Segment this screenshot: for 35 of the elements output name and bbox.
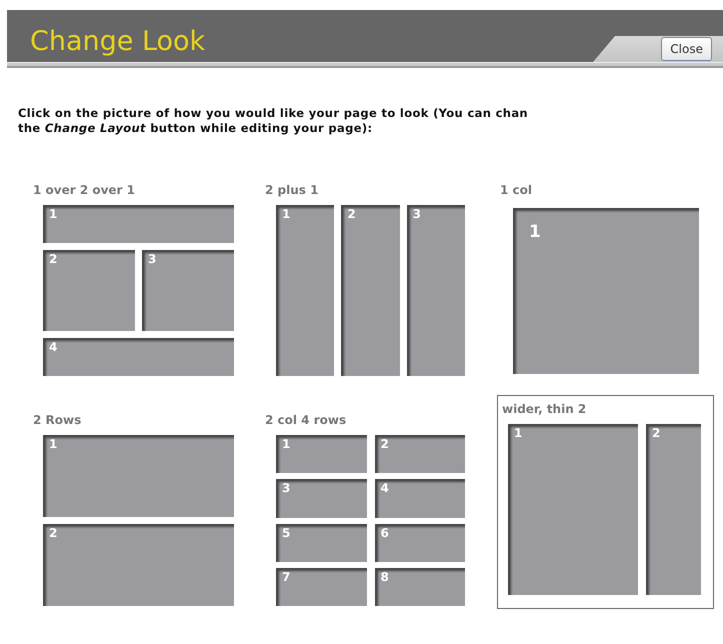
layout-option[interactable]: wider, thin 2 1 2 [497, 395, 714, 609]
layout-panel: 2 [341, 205, 400, 376]
layout-panel: 2 [646, 424, 701, 595]
layout-panel: 4 [374, 479, 465, 518]
layout-panel: 2 [43, 250, 135, 331]
layout-title: 2 plus 1 [265, 183, 320, 197]
layout-title: 1 over 2 over 1 [33, 183, 136, 197]
layout-title: wider, thin 2 [502, 402, 588, 416]
layout-option[interactable]: 1 over 2 over 1 1 2 3 4 [30, 176, 262, 388]
layout-panel: 6 [374, 524, 465, 562]
layout-panel: 1 [276, 205, 334, 376]
instructions-text: Click on the picture of how you would like your page to look (You can chan the Change Layout button while editing your page): [18, 106, 529, 136]
layout-option[interactable]: 2 col 4 rows 1 2 3 4 5 6 7 8 [262, 406, 497, 618]
layout-panel: 3 [142, 250, 234, 331]
layout-panel: 5 [276, 524, 366, 562]
layout-panel: 1 [276, 435, 366, 474]
layout-panel: 1 [43, 435, 234, 517]
layout-title: 1 col [500, 183, 533, 197]
layout-panel: 2 [374, 435, 465, 474]
layout-panel: 3 [276, 479, 366, 518]
close-button[interactable]: Close [661, 37, 712, 61]
layout-title: 2 col 4 rows [265, 413, 348, 427]
layout-title: 2 Rows [33, 413, 82, 427]
layout-panel: 1 [513, 208, 699, 374]
layout-panel: 4 [43, 338, 234, 376]
window-title: Change Look [30, 28, 206, 55]
layout-panel: 8 [374, 568, 465, 606]
layout-panel: 3 [406, 205, 465, 376]
layout-option[interactable]: 1 col 1 [497, 176, 714, 388]
layout-option[interactable]: 2 plus 1 1 2 3 [262, 176, 497, 388]
layout-option[interactable]: 2 Rows 1 2 [30, 406, 262, 618]
layout-panel: 7 [276, 568, 366, 606]
layout-panel: 1 [43, 205, 234, 243]
layout-panel: 2 [43, 524, 234, 606]
layout-panel: 1 [508, 424, 638, 595]
